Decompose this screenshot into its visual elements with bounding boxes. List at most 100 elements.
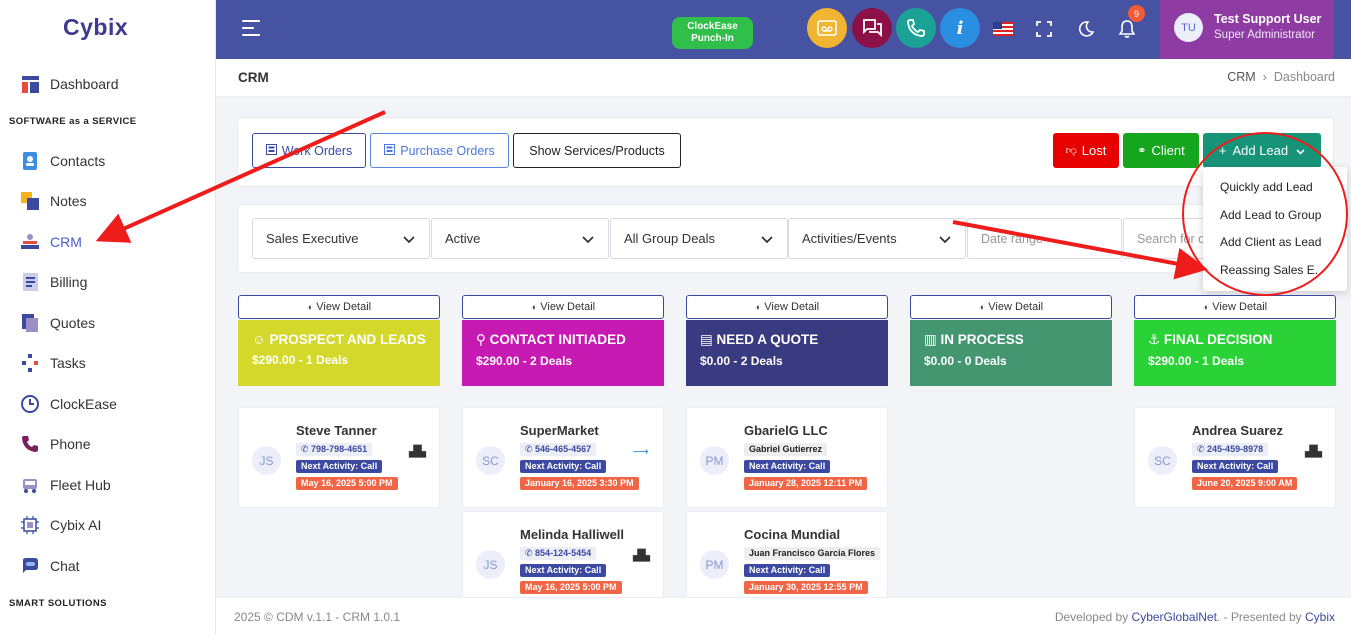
deal-name: SuperMarket [520, 423, 599, 438]
sidebar-item-clockease[interactable]: ClockEase [20, 389, 210, 419]
phone-icon: ✆ [1197, 444, 1208, 454]
thumbs-down-icon: 👎︎ [1065, 145, 1077, 157]
footer-brand-link[interactable]: Cybix [1305, 610, 1335, 624]
deal-avatar: PM [700, 446, 729, 475]
sidebar-item-quotes[interactable]: Quotes [20, 308, 210, 338]
sidebar-item-phone[interactable]: Phone [20, 429, 210, 459]
phone-call-icon[interactable] [896, 8, 936, 48]
deal-card[interactable]: PM GbarielG LLC Gabriel Gutierrez Next A… [686, 407, 888, 508]
sidebar-item-dashboard[interactable]: Dashboard [20, 69, 210, 99]
view-detail-button[interactable]: ◖ View Detail [462, 295, 664, 319]
handshake-icon: ⚭ [1137, 145, 1147, 157]
sidebar-item-label: Fleet Hub [50, 477, 111, 493]
deal-phone[interactable]: ✆ 854-124-5454 [520, 547, 597, 560]
deal-phone[interactable]: ✆ 546-465-4567 [520, 443, 597, 456]
breadcrumb: CRM › Dashboard [1227, 70, 1335, 84]
messages-icon[interactable] [852, 8, 892, 48]
menu-toggle-icon[interactable] [242, 20, 260, 41]
dark-mode-moon-icon[interactable] [1075, 18, 1097, 40]
work-orders-label: Work Orders [281, 143, 353, 158]
status-select[interactable]: Active [431, 218, 609, 259]
building-icon: ▟▙ [1305, 446, 1322, 458]
group-deals-select[interactable]: All Group Deals [610, 218, 788, 259]
view-detail-button[interactable]: ◖ View Detail [910, 295, 1112, 319]
sidebar-item-crm[interactable]: CRM [20, 227, 210, 257]
deal-phone-value: 546-465-4567 [535, 444, 592, 454]
show-services-products-button[interactable]: Show Services/Products [513, 133, 681, 168]
client-button[interactable]: ⚭ Client [1123, 133, 1199, 168]
footer: 2025 © CDM v.1.1 - CRM 1.0.1 Developed b… [216, 597, 1351, 634]
menu-item-reassign-sales-executive[interactable]: Reassing Sales E. [1220, 263, 1318, 277]
sidebar-item-contacts[interactable]: Contacts [20, 146, 210, 176]
clockease-punch-in-button[interactable]: ClockEase Punch-In [672, 17, 753, 49]
user-role: Super Administrator [1214, 29, 1315, 41]
next-activity-badge: Next Activity: Call [520, 564, 607, 577]
menu-item-add-lead-to-group[interactable]: Add Lead to Group [1220, 208, 1321, 222]
top-bar: ClockEase Punch-In i 9 TU Test Support U… [216, 0, 1351, 59]
sidebar-item-notes[interactable]: Notes [20, 186, 210, 216]
contacts-icon [20, 151, 40, 171]
menu-item-quickly-add-lead[interactable]: Quickly add Lead [1220, 180, 1313, 194]
stage-title: NEED A QUOTE [716, 332, 819, 347]
voicemail-icon[interactable] [807, 8, 847, 48]
activities-events-select[interactable]: Activities/Events [788, 218, 966, 259]
activities-events-value: Activities/Events [802, 231, 897, 246]
next-activity-badge: Next Activity: Call [744, 460, 831, 473]
stage-title: FINAL DECISION [1163, 332, 1273, 347]
work-orders-button[interactable]: Work Orders [252, 133, 366, 168]
sidebar-item-label: Quotes [50, 315, 96, 331]
menu-item-add-client-as-lead[interactable]: Add Client as Lead [1220, 235, 1321, 249]
sidebar-item-label: Chat [50, 558, 80, 574]
view-detail-label: View Detail [764, 301, 820, 313]
date-range-input[interactable]: Date range [967, 218, 1122, 259]
user-menu[interactable]: TU Test Support User Super Administrator [1160, 0, 1334, 59]
breadcrumb-crm-link[interactable]: CRM [1227, 70, 1255, 84]
view-detail-button[interactable]: ◖ View Detail [238, 295, 440, 319]
sidebar-item-label: Dashboard [50, 76, 119, 92]
us-flag-icon[interactable] [992, 18, 1014, 40]
stage-summary: $290.00 - 1 Deals [1148, 354, 1245, 368]
deal-contact: Gabriel Gutierrez [744, 443, 828, 456]
sidebar-item-billing[interactable]: Billing [20, 267, 210, 297]
sidebar-item-label: Notes [50, 193, 87, 209]
tasks-icon [20, 353, 40, 373]
info-icon[interactable]: i [940, 8, 980, 48]
plane-icon: ⟶ [633, 446, 649, 458]
chevron-down-icon [403, 232, 415, 247]
plus-icon: + [1218, 143, 1227, 158]
deal-phone[interactable]: ✆ 245-459-8978 [1192, 443, 1269, 456]
footer-credits-mid: . - Presented by [1216, 610, 1302, 624]
footer-credits: Developed by CyberGlobalNet. - Presented… [1055, 610, 1335, 624]
activity-date-badge: May 16, 2025 5:00 PM [296, 477, 398, 490]
sidebar-item-cybix-ai[interactable]: Cybix AI [20, 510, 210, 540]
work-orders-icon [265, 143, 277, 158]
sidebar-item-fleet-hub[interactable]: Fleet Hub [20, 470, 210, 500]
sales-executive-select[interactable]: Sales Executive [252, 218, 430, 259]
add-lead-button[interactable]: + Add Lead [1203, 133, 1321, 168]
fullscreen-icon[interactable] [1033, 18, 1055, 40]
deal-card[interactable]: PM Cocina Mundial Juan Francisco Garcia … [686, 511, 888, 601]
clock-icon [20, 394, 40, 414]
view-detail-label: View Detail [316, 301, 372, 313]
view-detail-button[interactable]: ◖ View Detail [1134, 295, 1336, 319]
deal-phone[interactable]: ✆ 798-798-4651 [296, 443, 373, 456]
deal-avatar: JS [252, 446, 281, 475]
stage-need-a-quote: ▤ NEED A QUOTE $0.00 - 2 Deals [686, 320, 888, 386]
view-detail-button[interactable]: ◖ View Detail [686, 295, 888, 319]
lost-button[interactable]: 👎︎ Lost [1053, 133, 1119, 168]
sidebar-item-label: Tasks [50, 355, 86, 371]
footer-company-link[interactable]: CyberGlobalNet [1132, 610, 1217, 624]
activity-date-badge: January 28, 2025 12:11 PM [744, 477, 868, 490]
deal-card[interactable]: SC SuperMarket ✆ 546-465-4567 Next Activ… [462, 407, 664, 508]
purchase-orders-button[interactable]: Purchase Orders [370, 133, 509, 168]
deal-card[interactable]: SC Andrea Suarez ✆ 245-459-8978 Next Act… [1134, 407, 1336, 508]
deal-card[interactable]: JS Melinda Halliwell ✆ 854-124-5454 Next… [462, 511, 664, 601]
phone-icon: ✆ [525, 444, 536, 454]
next-activity-badge: Next Activity: Call [744, 564, 831, 577]
quotes-icon [20, 313, 40, 333]
sidebar-item-tasks[interactable]: Tasks [20, 348, 210, 378]
cybix-logo[interactable]: Cybix [63, 14, 128, 41]
deal-card[interactable]: JS Steve Tanner ✆ 798-798-4651 Next Acti… [238, 407, 440, 508]
purchase-orders-icon [384, 143, 396, 158]
sidebar-item-chat[interactable]: Chat [20, 551, 210, 581]
